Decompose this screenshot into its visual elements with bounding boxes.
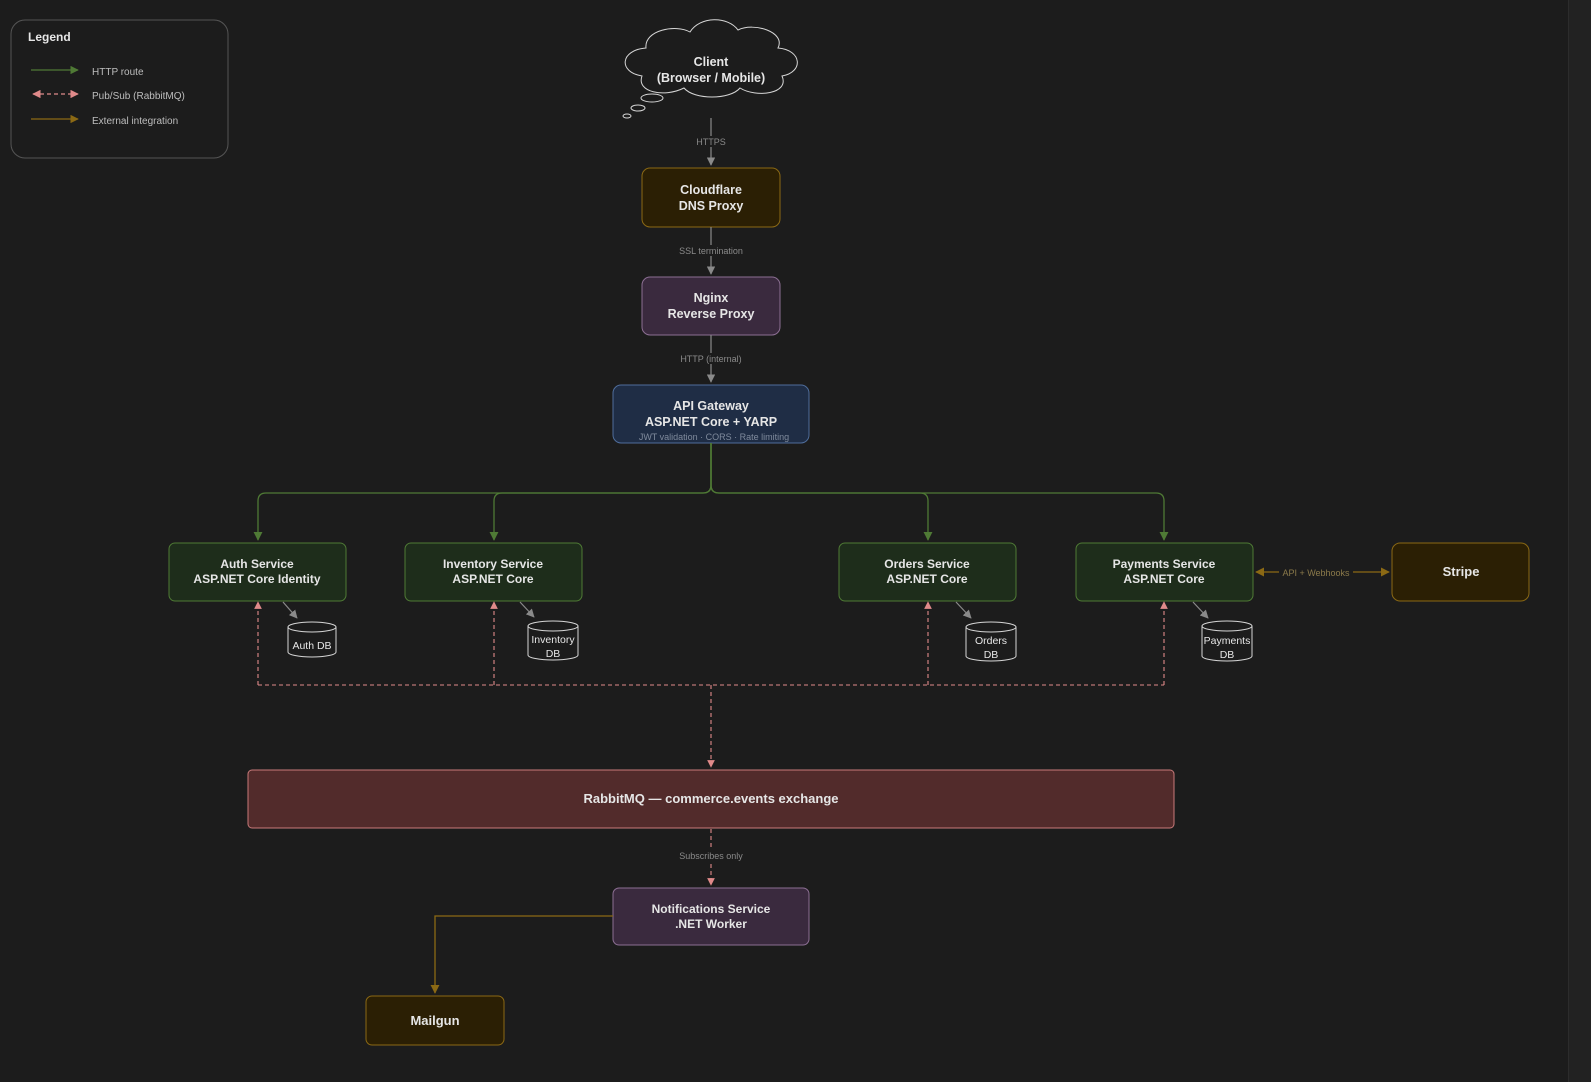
payments-title: Payments Service xyxy=(1113,557,1216,571)
edge-nginx-gateway: HTTP (internal) xyxy=(677,335,746,383)
edge-label-http-internal: HTTP (internal) xyxy=(680,354,741,364)
stripe-node[interactable]: Stripe xyxy=(1391,542,1530,602)
cloudflare-node[interactable]: Cloudflare DNS Proxy xyxy=(641,167,781,228)
auth-db[interactable]: Auth DB xyxy=(287,621,337,658)
auth-title: Auth Service xyxy=(220,557,294,571)
http-routes xyxy=(253,443,1169,541)
inventory-title: Inventory Service xyxy=(443,557,543,571)
cloudflare-title: Cloudflare xyxy=(680,183,742,197)
edge-orders-db xyxy=(955,601,972,619)
payments-db-label: Payments xyxy=(1204,635,1251,647)
legend-http-label: HTTP route xyxy=(92,67,144,78)
edge-payments-db xyxy=(1192,601,1209,619)
orders-subtitle: ASP.NET Core xyxy=(886,572,967,586)
nginx-subtitle: Reverse Proxy xyxy=(668,307,755,321)
auth-db-label: Auth DB xyxy=(292,640,331,652)
route-inventory xyxy=(489,443,712,541)
notifications-service-node[interactable]: Notifications Service .NET Worker xyxy=(612,887,810,946)
client-subtitle: (Browser / Mobile) xyxy=(657,71,765,85)
rabbitmq-node[interactable]: RabbitMQ — commerce.events exchange xyxy=(247,769,1175,829)
inventory-db-label-2: DB xyxy=(546,648,561,660)
gateway-subtitle: ASP.NET Core + YARP xyxy=(645,415,777,429)
architecture-diagram: Legend HTTP route Pub/Sub (RabbitMQ) Ext… xyxy=(10,19,1530,1046)
edge-label-ssl: SSL termination xyxy=(679,246,743,256)
route-orders xyxy=(710,443,933,541)
inventory-service-node[interactable]: Inventory Service ASP.NET Core xyxy=(404,542,583,602)
orders-db-label-2: DB xyxy=(984,649,999,661)
cloudflare-subtitle: DNS Proxy xyxy=(679,199,744,213)
stripe-label: Stripe xyxy=(1443,564,1480,579)
client-title: Client xyxy=(694,55,730,69)
thought-bubble xyxy=(630,104,646,112)
edge-auth-db xyxy=(282,601,298,619)
payments-service-node[interactable]: Payments Service ASP.NET Core xyxy=(1075,542,1254,602)
route-payments xyxy=(710,443,1169,541)
gateway-title: API Gateway xyxy=(673,399,749,413)
rabbitmq-label: RabbitMQ — commerce.events exchange xyxy=(583,791,838,806)
edge-notifications-mailgun xyxy=(430,915,613,994)
pubsub-bus xyxy=(254,601,1168,768)
api-gateway-node[interactable]: API Gateway ASP.NET Core + YARP JWT vali… xyxy=(612,384,810,444)
auth-subtitle: ASP.NET Core Identity xyxy=(193,572,320,586)
notifications-subtitle: .NET Worker xyxy=(675,917,747,931)
legend-title: Legend xyxy=(28,30,71,44)
edge-client-cloudflare: HTTPS xyxy=(694,118,729,166)
payments-subtitle: ASP.NET Core xyxy=(1123,572,1204,586)
orders-db-label: Orders xyxy=(975,635,1007,647)
legend-pubsub-label: Pub/Sub (RabbitMQ) xyxy=(92,91,185,102)
client-node[interactable]: Client (Browser / Mobile) xyxy=(622,19,798,119)
orders-title: Orders Service xyxy=(884,557,970,571)
edge-inventory-db xyxy=(519,601,535,618)
notifications-title: Notifications Service xyxy=(652,902,771,916)
gateway-note: JWT validation · CORS · Rate limiting xyxy=(639,432,789,442)
auth-service-node[interactable]: Auth Service ASP.NET Core Identity xyxy=(168,542,347,602)
edge-cloudflare-nginx: SSL termination xyxy=(676,227,747,275)
edge-label-https: HTTPS xyxy=(696,137,726,147)
vertical-scrollbar[interactable] xyxy=(1568,0,1591,1082)
inventory-db-label: Inventory xyxy=(531,634,575,646)
mailgun-node[interactable]: Mailgun xyxy=(365,995,505,1046)
inventory-subtitle: ASP.NET Core xyxy=(452,572,533,586)
edge-label-api-webhooks: API + Webhooks xyxy=(1282,568,1350,578)
edge-label-subscribes: Subscribes only xyxy=(679,851,743,861)
edge-payments-stripe: API + Webhooks xyxy=(1255,567,1390,578)
edge-rabbit-notifications: Subscribes only xyxy=(676,829,747,886)
payments-db-label-2: DB xyxy=(1220,649,1235,661)
inventory-db[interactable]: Inventory DB xyxy=(527,620,579,661)
thought-bubble xyxy=(622,113,632,119)
route-auth xyxy=(253,443,712,541)
payments-db[interactable]: Payments DB xyxy=(1201,620,1253,662)
nginx-title: Nginx xyxy=(694,291,729,305)
thought-bubble xyxy=(640,93,664,103)
mailgun-label: Mailgun xyxy=(410,1013,459,1028)
legend-external-label: External integration xyxy=(92,116,178,127)
nginx-node[interactable]: Nginx Reverse Proxy xyxy=(641,276,781,336)
orders-service-node[interactable]: Orders Service ASP.NET Core xyxy=(838,542,1017,602)
legend: Legend HTTP route Pub/Sub (RabbitMQ) Ext… xyxy=(10,19,229,159)
orders-db[interactable]: Orders DB xyxy=(965,621,1017,662)
